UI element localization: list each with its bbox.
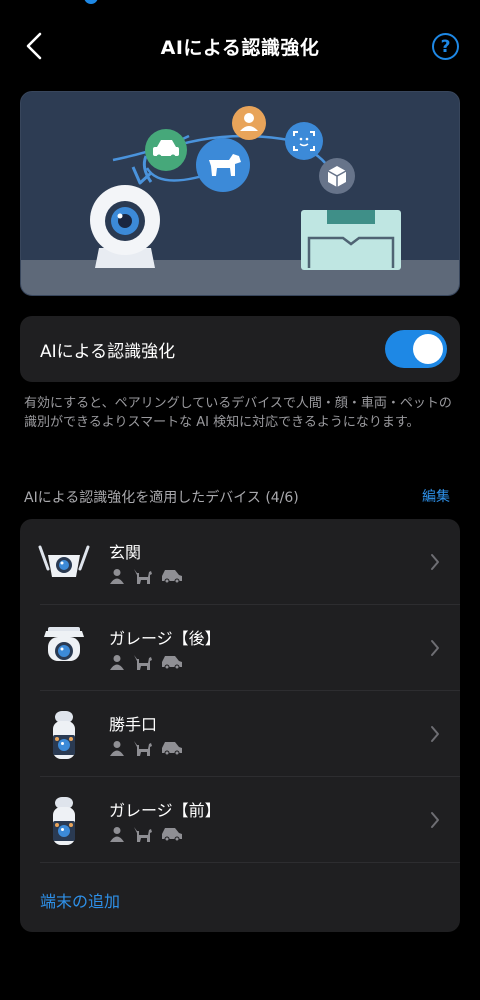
person-icon: [110, 827, 124, 842]
device-row-genkan[interactable]: 玄関: [20, 519, 460, 605]
add-device-button[interactable]: 端末の追加: [40, 888, 120, 912]
outdoor-camera-antennas-icon: [38, 545, 90, 577]
person-icon: [110, 655, 124, 670]
toggle-label: AIによる認識強化: [40, 342, 176, 362]
detection-types: [109, 567, 183, 585]
ai-recognition-toggle-card: AIによる認識強化: [20, 316, 460, 382]
row-divider: [40, 862, 460, 863]
bullet-camera-icon: [53, 797, 75, 845]
device-row-back-door[interactable]: 勝手口: [20, 691, 460, 777]
device-name: ガレージ【前】: [109, 801, 221, 820]
chevron-right-icon: [431, 812, 439, 828]
person-icon: [110, 569, 124, 584]
pan-tilt-outdoor-camera-icon: [44, 627, 84, 661]
person-icon: [110, 741, 124, 756]
package-icon: [319, 158, 355, 194]
device-name: 玄関: [109, 543, 142, 562]
camera-icon: [90, 185, 160, 268]
pet-icon: [134, 741, 152, 756]
detection-types: [109, 653, 183, 671]
face-scan-icon: [285, 122, 323, 160]
chevron-right-icon: [431, 726, 439, 742]
detection-types: [109, 825, 183, 843]
vehicle-icon: [145, 129, 187, 171]
feature-description: 有効にすると、ペアリングしているデバイスで人間・顔・車両・ペットの識別ができるよ…: [24, 396, 452, 430]
help-button[interactable]: ?: [432, 33, 459, 60]
device-list: 玄関 ガレージ【後】 勝手口 ガレージ【前】 端末の追加: [20, 519, 460, 932]
pet-icon: [196, 138, 250, 192]
device-name: 勝手口: [109, 715, 158, 734]
header: AIによる認識強化 ?: [0, 0, 480, 92]
pet-icon: [134, 827, 152, 842]
devices-section-title: AIによる認識強化を適用したデバイス (4/6): [24, 490, 299, 506]
hero-illustration: [20, 91, 460, 296]
chevron-right-icon: [431, 640, 439, 656]
home-hub-icon: [301, 210, 401, 270]
vehicle-icon: [162, 570, 182, 584]
device-name: ガレージ【後】: [109, 629, 221, 648]
pet-icon: [134, 569, 152, 584]
bullet-camera-icon: [53, 711, 75, 759]
chevron-right-icon: [431, 554, 439, 570]
vehicle-icon: [162, 828, 182, 842]
person-icon: [232, 106, 266, 140]
ai-recognition-switch[interactable]: [385, 330, 447, 368]
vehicle-icon: [162, 742, 182, 756]
device-row-garage-rear[interactable]: ガレージ【後】: [20, 605, 460, 691]
device-row-garage-front[interactable]: ガレージ【前】: [20, 777, 460, 863]
pet-icon: [134, 655, 152, 670]
edit-button[interactable]: 編集: [422, 486, 450, 506]
detection-types: [109, 739, 183, 757]
vehicle-icon: [162, 656, 182, 670]
switch-knob: [413, 334, 443, 364]
page-title: AIによる認識強化: [160, 37, 320, 59]
